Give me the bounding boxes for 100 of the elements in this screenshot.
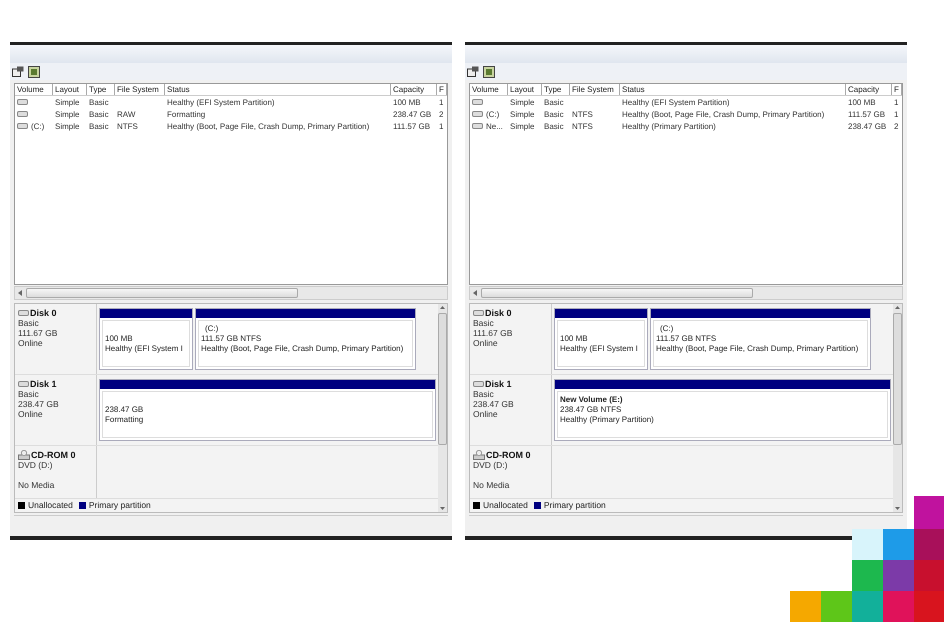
volume-label: New Volume (E:)	[560, 395, 624, 405]
partition-detail: 238.47 GB	[105, 405, 144, 415]
drive-icon	[472, 123, 483, 129]
drive-icon	[18, 310, 29, 316]
partition-detail: Healthy (EFI System I	[105, 344, 184, 354]
column-header[interactable]: File System	[115, 84, 165, 95]
partition-block[interactable]: 100 MB Healthy (EFI System I	[99, 308, 193, 370]
horizontal-scrollbar[interactable]	[14, 286, 448, 300]
table-cell: Ne...	[486, 122, 503, 130]
disk-settings-icon[interactable]	[28, 66, 40, 78]
volume-label: (C:)	[659, 324, 674, 334]
table-cell: Healthy (Primary Partition)	[622, 122, 716, 130]
disk-detail: Basic	[473, 318, 495, 328]
disk-detail: No Media	[18, 480, 56, 490]
table-cell: 1	[439, 98, 444, 106]
column-header[interactable]: Capacity	[846, 84, 892, 95]
partition-detail: Healthy (Boot, Page File, Crash Dump, Primary Partition)	[656, 344, 860, 354]
table-cell: 238.47 GB	[393, 110, 432, 118]
properties-icon[interactable]	[12, 66, 24, 77]
partition-block[interactable]: 100 MB Healthy (EFI System I	[554, 308, 648, 370]
scroll-left-icon[interactable]	[473, 290, 477, 296]
table-cell: Formatting	[167, 110, 206, 118]
scroll-down-icon[interactable]	[440, 507, 445, 510]
table-cell: Basic	[89, 98, 109, 106]
table-cell: Simple	[55, 122, 80, 130]
partition-block[interactable]: (C:) 111.57 GB NTFS Healthy (Boot, Page File, Crash Dump, Primary Partition)	[650, 308, 871, 370]
table-cell: 1	[439, 122, 444, 130]
disk-label: CD-ROM 0	[31, 450, 76, 460]
disk-label: Disk 1	[30, 379, 57, 389]
volume-label: (C:)	[204, 324, 220, 334]
partition-detail: 111.57 GB NTFS	[201, 334, 262, 344]
column-header[interactable]: F	[892, 84, 902, 95]
disk-detail: DVD (D:)	[473, 460, 508, 470]
table-cell: Healthy (EFI System Partition)	[167, 98, 275, 106]
partition-block[interactable]: New Volume (E:) 238.47 GB NTFS Healthy (Primary Partition)	[554, 379, 891, 441]
scroll-up-icon[interactable]	[895, 306, 900, 309]
column-header[interactable]: Volume	[470, 84, 508, 95]
disk-detail: Online	[18, 409, 44, 419]
vertical-scrollbar[interactable]	[438, 304, 447, 512]
column-header[interactable]: Type	[542, 84, 570, 95]
disk-label: Disk 0	[30, 308, 57, 318]
table-cell: Basic	[544, 110, 564, 118]
drive-icon	[472, 111, 483, 117]
disk-settings-icon[interactable]	[483, 66, 495, 78]
column-header[interactable]: Type	[87, 84, 115, 95]
table-cell: Simple	[510, 98, 534, 106]
scroll-up-icon[interactable]	[440, 306, 445, 309]
horizontal-scrollbar[interactable]	[469, 286, 903, 300]
partition-detail: 100 MB	[560, 334, 589, 344]
disk-label: Disk 1	[485, 379, 512, 389]
disk-detail: Basic	[473, 389, 495, 399]
column-header[interactable]: Capacity	[391, 84, 437, 95]
table-cell: Simple	[55, 110, 80, 118]
column-header[interactable]: Layout	[53, 84, 87, 95]
table-cell: 2	[894, 122, 898, 130]
column-header[interactable]: File System	[570, 84, 620, 95]
column-header[interactable]: Status	[620, 84, 846, 95]
disk-detail: 238.47 GB	[473, 399, 515, 409]
disk-detail: DVD (D:)	[18, 460, 54, 470]
table-cell: 1	[894, 98, 898, 106]
table-cell: 100 MB	[848, 98, 876, 106]
table-cell: 238.47 GB	[848, 122, 886, 130]
drive-icon	[473, 381, 484, 387]
scroll-left-icon[interactable]	[18, 290, 22, 296]
table-cell: 100 MB	[393, 98, 421, 106]
legend-label: Primary partition	[88, 500, 151, 510]
table-cell: 111.57 GB	[393, 122, 430, 130]
partition-block[interactable]: 238.47 GB Formatting	[99, 379, 436, 441]
vertical-scrollbar[interactable]	[893, 304, 902, 512]
disk-label: Disk 0	[485, 308, 512, 318]
table-cell: 2	[439, 110, 444, 118]
disk-detail: 111.67 GB	[473, 328, 514, 338]
properties-icon[interactable]	[467, 66, 479, 77]
disk-detail: Online	[473, 338, 499, 348]
column-header[interactable]: Status	[165, 84, 391, 95]
table-cell: Simple	[510, 110, 534, 118]
drive-icon	[17, 123, 28, 129]
disk-detail: Online	[18, 338, 44, 348]
table-cell: Simple	[510, 122, 534, 130]
table-cell: Basic	[89, 122, 109, 130]
partition-detail: 238.47 GB NTFS	[560, 405, 622, 415]
legend-label: Unallocated	[483, 500, 528, 510]
column-header[interactable]: Layout	[508, 84, 542, 95]
column-header[interactable]: F	[437, 84, 447, 95]
drive-icon	[472, 99, 483, 105]
partition-detail: 111.57 GB NTFS	[656, 334, 718, 344]
table-cell: Basic	[544, 98, 564, 106]
table-cell: 1	[894, 110, 898, 118]
table-cell: (C:)	[486, 110, 500, 118]
table-cell: (C:)	[31, 122, 44, 130]
partition-block[interactable]: (C:) 111.57 GB NTFS Healthy (Boot, Page File, Crash Dump, Primary Partition)	[195, 308, 416, 370]
column-header[interactable]: Volume	[15, 84, 53, 95]
partition-detail: 100 MB	[105, 334, 134, 344]
cd-drive-icon	[473, 450, 485, 460]
table-cell: NTFS	[117, 122, 138, 130]
table-cell: Basic	[544, 122, 564, 130]
table-cell: NTFS	[572, 122, 593, 130]
scroll-down-icon[interactable]	[895, 507, 900, 510]
table-cell: Simple	[55, 98, 80, 106]
partition-detail: Healthy (Primary Partition)	[560, 415, 655, 425]
